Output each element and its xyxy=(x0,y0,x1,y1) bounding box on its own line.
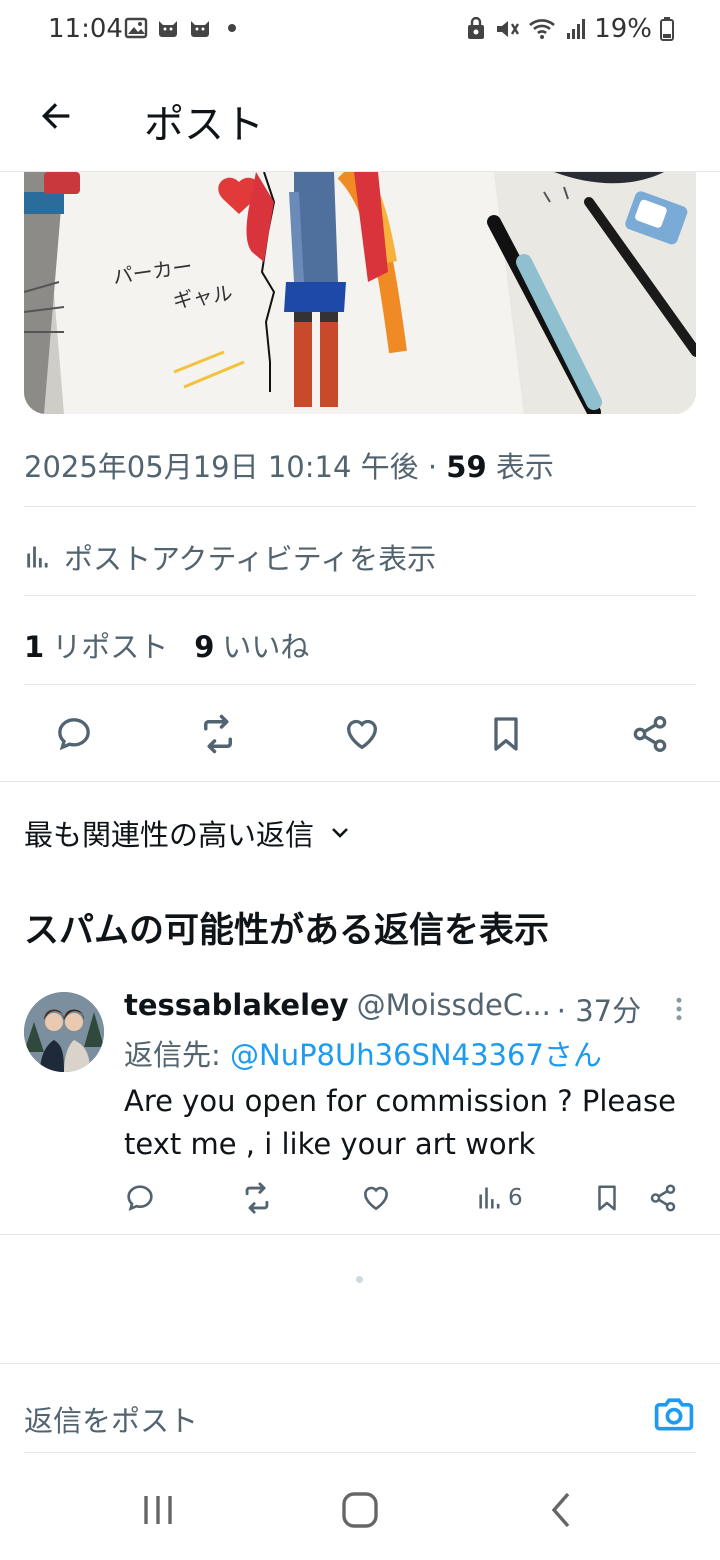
post-meta: 2025年05月19日 10:14 午後 · 59 表示 xyxy=(24,444,554,486)
avatar-photo xyxy=(24,992,104,1072)
status-time: 11:04 xyxy=(48,14,123,44)
reply-reply-button[interactable] xyxy=(124,1178,156,1218)
divider xyxy=(0,781,720,782)
reply-to-prefix: 返信先: xyxy=(124,1038,230,1072)
top-app-bar: ポスト xyxy=(0,60,720,172)
post-actions xyxy=(24,704,696,764)
repost-button[interactable] xyxy=(196,712,240,756)
reply-icon xyxy=(58,718,90,751)
divider xyxy=(0,1363,720,1364)
notification-icons xyxy=(124,16,244,40)
reposts-label: リポスト xyxy=(52,630,169,664)
page-title: ポスト xyxy=(144,102,264,148)
heart-icon xyxy=(363,1186,389,1211)
reply-views-count: 6 xyxy=(508,1185,523,1211)
loading-indicator xyxy=(356,1276,363,1283)
reply-icon xyxy=(127,1185,153,1211)
likes-stat[interactable]: 9 いいね xyxy=(194,624,309,666)
likes-label: いいね xyxy=(222,630,310,664)
divider xyxy=(0,1234,720,1235)
image-icon xyxy=(124,17,148,39)
home-icon[interactable] xyxy=(340,1490,380,1530)
reply-item[interactable]: tessablakeley @MoissdeC... · 37分 返信先: @N… xyxy=(0,988,720,1234)
reposts-stat[interactable]: 1 リポスト xyxy=(24,624,168,666)
divider xyxy=(24,506,696,507)
post-activity-link[interactable]: ポストアクティビティを表示 xyxy=(24,536,436,578)
bookmark-button[interactable] xyxy=(484,712,528,756)
sort-label: 最も関連性の高い返信 xyxy=(24,818,315,852)
dot-icon xyxy=(228,24,236,32)
arrow-left-icon xyxy=(42,103,70,129)
activity-label: ポストアクティビティを表示 xyxy=(64,542,437,576)
bookmark-icon xyxy=(494,717,518,751)
chevron-down-icon xyxy=(332,828,348,838)
post-image[interactable]: パーカー ギャル xyxy=(24,172,696,414)
status-bar: 11:04 19% xyxy=(0,0,720,60)
system-icons: 19% xyxy=(466,14,674,44)
reply-button[interactable] xyxy=(52,712,96,756)
battery-percent: 19% xyxy=(594,14,652,44)
reply-input[interactable]: 返信をポスト xyxy=(24,1398,198,1440)
reply-to-line: 返信先: @NuP8Uh36SN43367さん xyxy=(124,1032,602,1074)
drawing-photo: パーカー ギャル xyxy=(24,172,696,414)
heart-icon xyxy=(346,719,378,750)
reposts-count: 1 xyxy=(24,630,45,664)
share-icon xyxy=(650,1184,676,1212)
post-timestamp: 2025年05月19日 10:14 午後 · xyxy=(24,450,447,484)
recent-apps-icon[interactable] xyxy=(138,1490,178,1530)
reply-header: tessablakeley @MoissdeC... · 37分 xyxy=(124,988,654,1030)
reply-author-handle[interactable]: @MoissdeC... xyxy=(357,988,551,1030)
reply-author-name[interactable]: tessablakeley xyxy=(124,988,349,1030)
likes-count: 9 xyxy=(194,630,215,664)
system-nav-bar xyxy=(0,1460,720,1560)
repost-icon xyxy=(204,714,232,754)
wifi-icon xyxy=(529,19,556,39)
reply-views-button[interactable]: 6 xyxy=(476,1178,523,1218)
signal-icon xyxy=(567,19,586,39)
analytics-icon xyxy=(27,546,48,568)
views-label: 表示 xyxy=(486,450,554,484)
battery-icon xyxy=(660,17,674,41)
reply-bookmark-button[interactable] xyxy=(592,1178,622,1218)
divider xyxy=(24,684,696,685)
back-button[interactable] xyxy=(30,90,82,142)
mute-icon xyxy=(497,21,520,37)
more-options-icon[interactable] xyxy=(664,994,694,1024)
avatar[interactable] xyxy=(24,992,104,1072)
share-button[interactable] xyxy=(628,712,672,756)
reply-sort-dropdown[interactable]: 最も関連性の高い返信 xyxy=(24,812,352,854)
share-icon xyxy=(633,716,667,753)
views-count: 59 xyxy=(446,450,487,484)
bookmark-icon xyxy=(598,1185,616,1211)
reply-to-mention[interactable]: @NuP8Uh36SN43367さん xyxy=(230,1038,602,1072)
cat-icon xyxy=(191,21,209,37)
reply-share-button[interactable] xyxy=(648,1178,678,1218)
reply-actions: 6 xyxy=(124,1178,684,1218)
camera-icon[interactable] xyxy=(652,1392,696,1436)
reply-text: Are you open for commission ? Please tex… xyxy=(124,1084,676,1161)
show-spam-replies-button[interactable]: スパムの可能性がある返信を表示 xyxy=(24,902,549,953)
divider xyxy=(24,1452,696,1453)
divider xyxy=(24,595,696,596)
reply-time: · 37分 xyxy=(556,994,642,1028)
reply-composer: 返信をポスト xyxy=(24,1390,696,1446)
repost-icon xyxy=(245,1182,269,1214)
reply-repost-button[interactable] xyxy=(240,1178,274,1218)
like-button[interactable] xyxy=(340,712,384,756)
analytics-icon xyxy=(479,1187,500,1209)
reply-like-button[interactable] xyxy=(360,1178,392,1218)
cat-icon xyxy=(159,21,177,37)
post-stats: 1 リポスト 9 いいね xyxy=(24,624,309,666)
recycle-lock-icon xyxy=(468,17,485,39)
back-nav-icon[interactable] xyxy=(542,1490,582,1530)
